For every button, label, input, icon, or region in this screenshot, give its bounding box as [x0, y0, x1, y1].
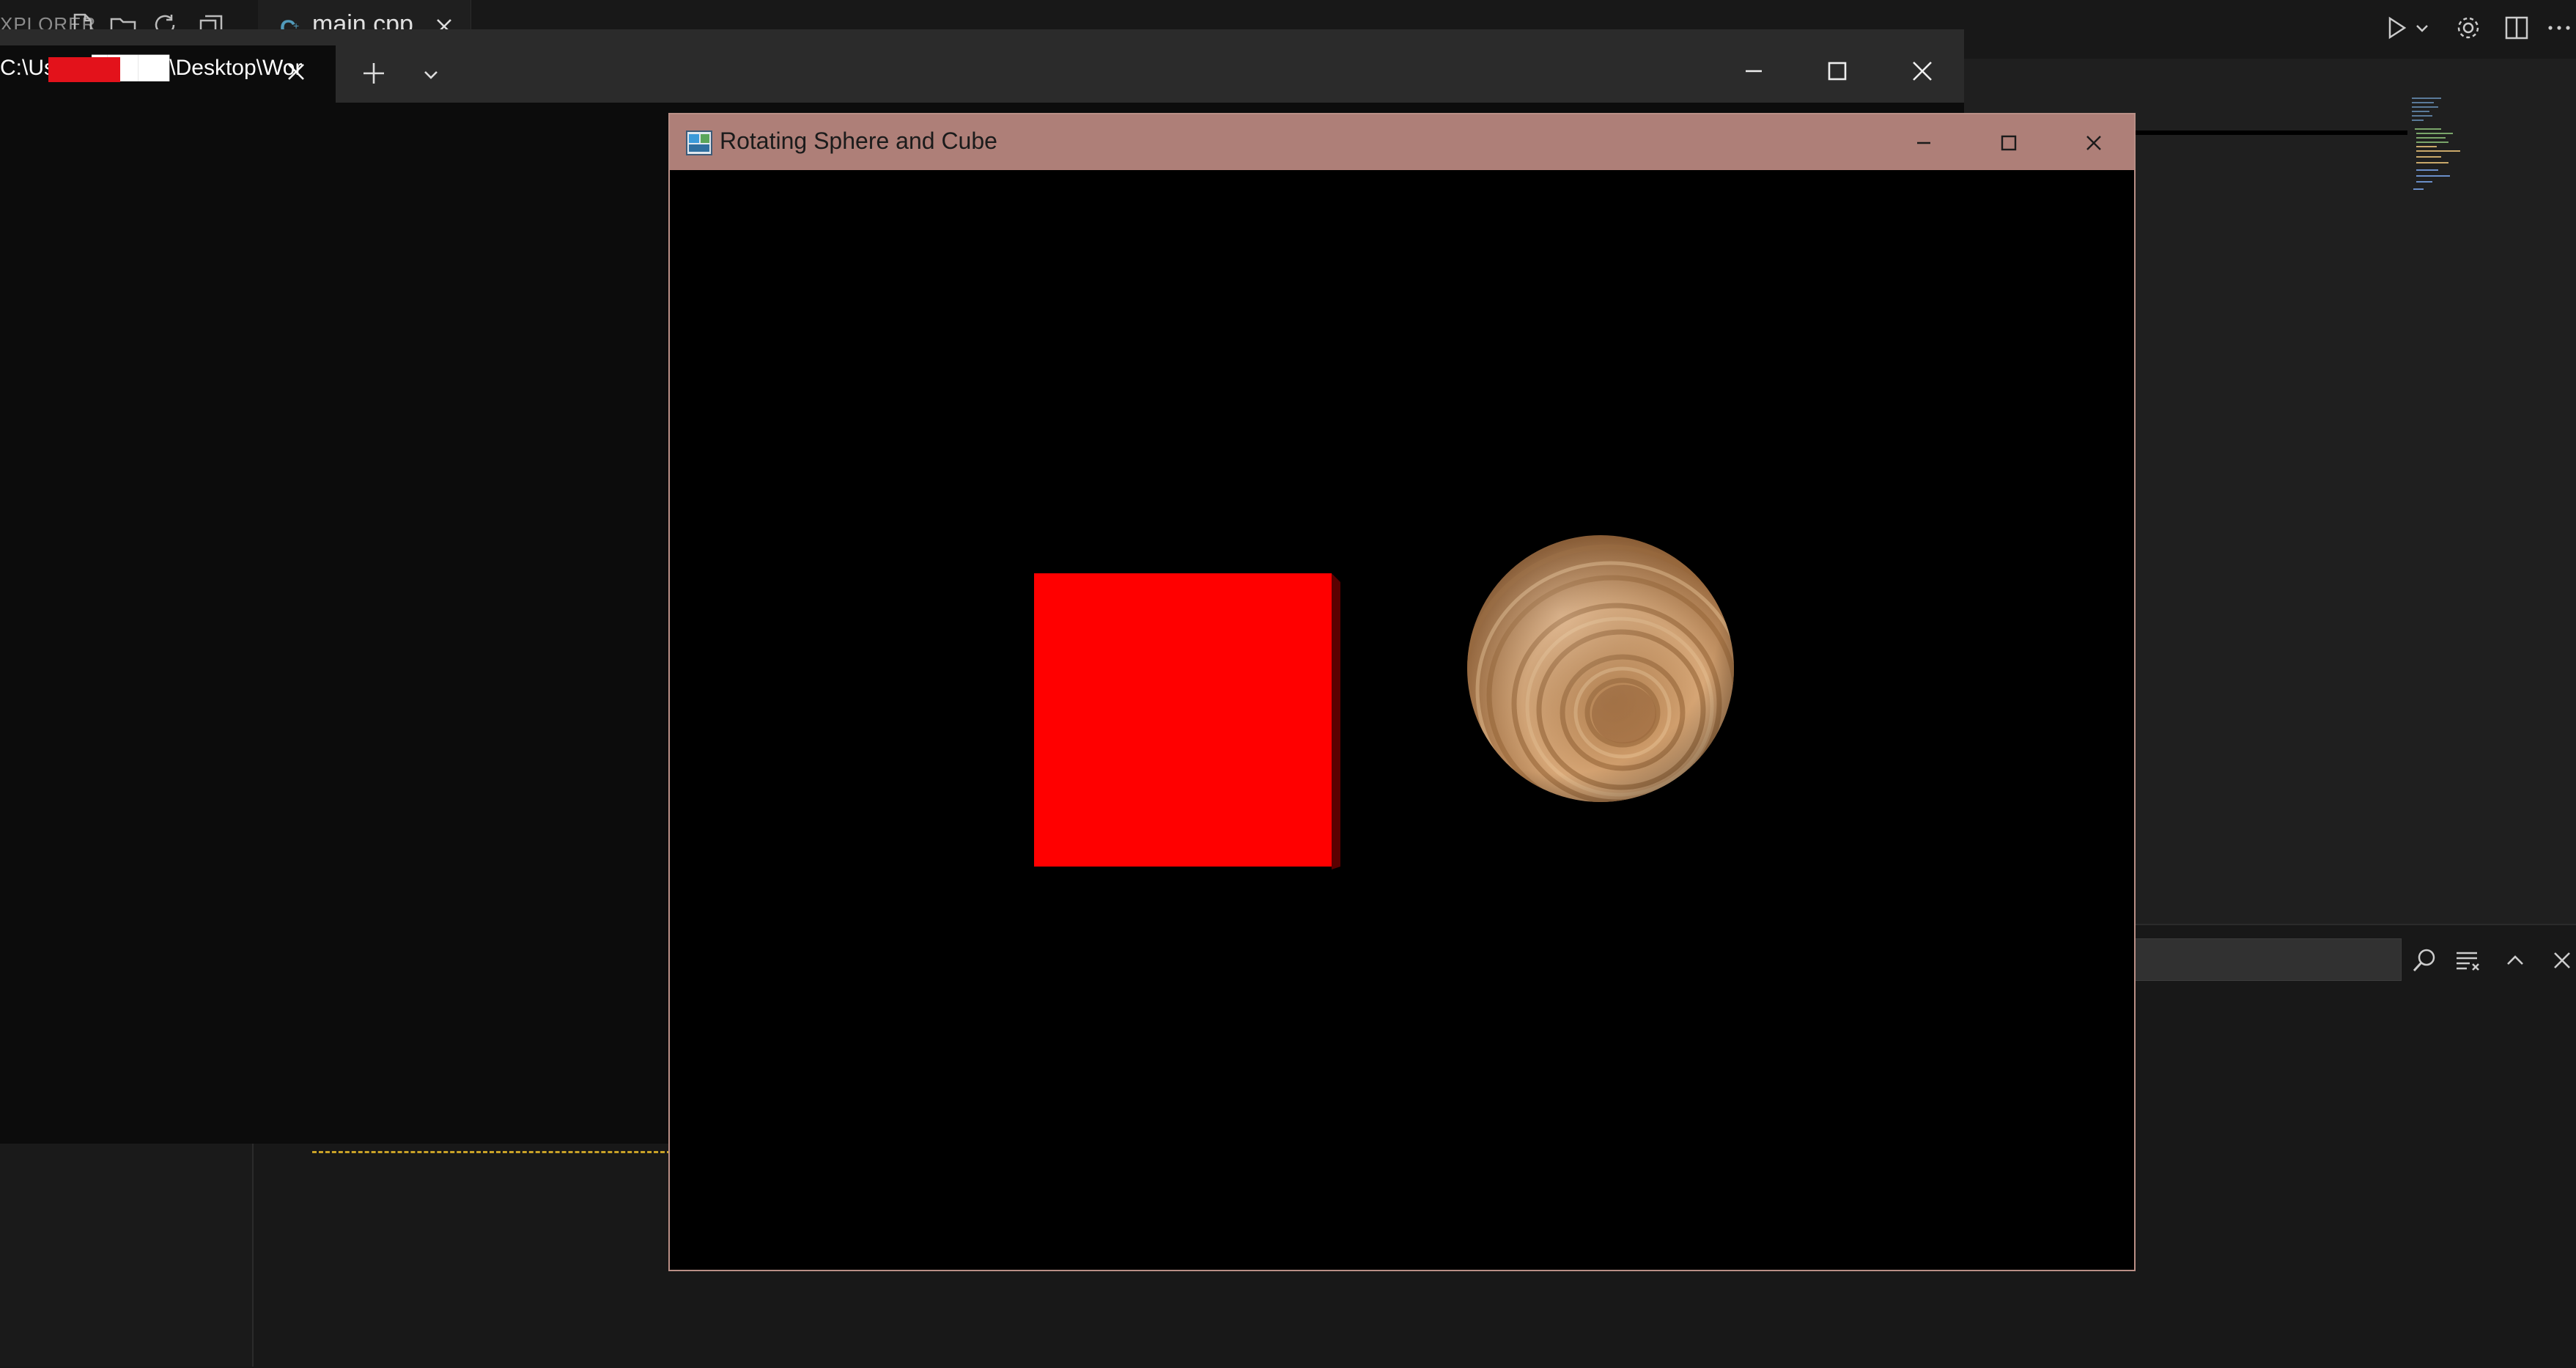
editor-divider: [2129, 130, 2407, 135]
clear-icon[interactable]: [2452, 944, 2484, 977]
maximize-icon[interactable]: [1817, 51, 1857, 91]
close-icon[interactable]: [281, 57, 311, 87]
split-editor-icon[interactable]: [2501, 12, 2533, 44]
render-canvas[interactable]: [670, 170, 2134, 1270]
run-icon[interactable]: [2380, 12, 2413, 44]
minimize-icon[interactable]: [1734, 51, 1774, 91]
search-icon[interactable]: [2408, 944, 2440, 977]
minimap[interactable]: [2407, 94, 2495, 196]
panel-sidebar: [0, 1144, 254, 1367]
redaction-mark: [48, 57, 120, 82]
minimize-icon[interactable]: [1908, 128, 1939, 158]
more-icon[interactable]: [2543, 12, 2575, 44]
close-icon[interactable]: [2546, 944, 2576, 977]
close-icon[interactable]: [1903, 51, 1942, 91]
find-input[interactable]: [2125, 938, 2402, 981]
terminal-tab-bar: C:\Users\█████\Desktop\Wor: [0, 29, 1964, 103]
app-icon: [686, 130, 712, 155]
plus-icon[interactable]: [359, 59, 388, 88]
opengl-window[interactable]: Rotating Sphere and Cube: [668, 113, 2136, 1271]
close-icon[interactable]: [2078, 128, 2109, 158]
panel-dashed-divider: [312, 1151, 671, 1153]
window-title: Rotating Sphere and Cube: [720, 128, 997, 154]
wooden-sphere: [1467, 535, 1734, 802]
maximize-icon[interactable]: [1993, 128, 2024, 158]
gear-icon[interactable]: [2452, 12, 2484, 44]
chevron-down-icon[interactable]: [2411, 12, 2433, 44]
terminal-tab[interactable]: C:\Users\█████\Desktop\Wor: [0, 45, 336, 103]
red-cube: [1034, 573, 1340, 869]
chevron-down-icon[interactable]: [418, 62, 444, 88]
chevron-up-icon[interactable]: [2499, 944, 2531, 977]
opengl-title-bar[interactable]: Rotating Sphere and Cube: [670, 114, 2134, 170]
terminal-tab-title: C:\Users\█████\Desktop\Wor: [0, 56, 303, 80]
